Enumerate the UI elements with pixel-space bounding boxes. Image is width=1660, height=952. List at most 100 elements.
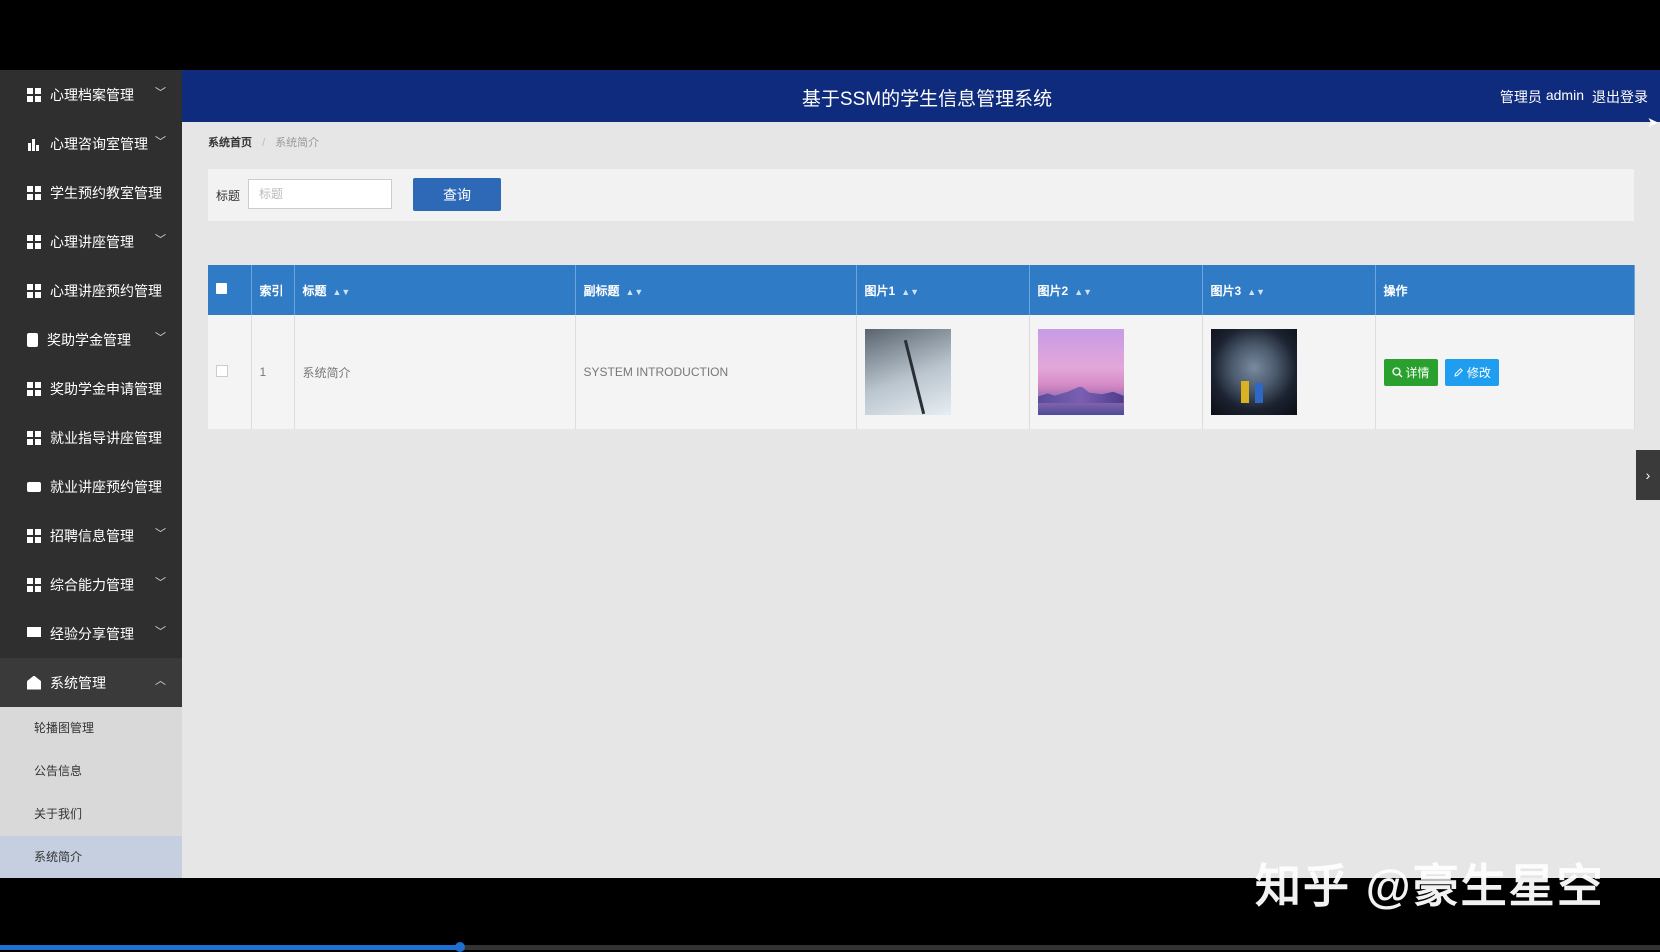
video-progress-handle[interactable] <box>454 942 465 952</box>
sidebar-item[interactable]: 心理讲座预约管理 <box>0 266 182 315</box>
sidebar-item-label: 就业指导讲座管理 <box>50 429 162 446</box>
sidebar-item[interactable]: 心理讲座管理 ﹀ <box>0 217 182 266</box>
sidebar-item[interactable]: 综合能力管理 ﹀ <box>0 560 182 609</box>
grid-icon <box>27 283 41 298</box>
breadcrumb-separator: / <box>262 137 266 149</box>
grid-icon <box>27 528 41 543</box>
detail-button[interactable]: 详情 <box>1383 358 1438 386</box>
column-header-image2[interactable]: 图片2 ▲▼ <box>1029 265 1203 315</box>
sidebar-item[interactable]: 招聘信息管理 ﹀ <box>0 511 182 560</box>
table-row: 1 系统简介 SYSTEM INTRODUCTION 详情 修改 <box>208 315 1635 429</box>
row-subtitle: SYSTEM INTRODUCTION <box>575 315 857 429</box>
column-label: 索引 <box>259 283 284 298</box>
column-label: 图片2 <box>1037 283 1069 298</box>
home-icon <box>27 675 41 690</box>
grid-icon <box>27 430 41 445</box>
search-button[interactable]: 查询 <box>413 178 501 211</box>
video-progress-fill <box>0 945 460 950</box>
edit-button-label: 修改 <box>1466 365 1491 380</box>
row-select-cell <box>208 315 252 429</box>
app-title: 基于SSM的学生信息管理系统 <box>801 89 1053 110</box>
search-icon <box>1391 366 1402 377</box>
search-label: 标题 <box>216 189 241 203</box>
sidebar-item[interactable]: 奖助学金申请管理 <box>0 364 182 413</box>
sidebar-item[interactable]: 就业指导讲座管理 <box>0 413 182 462</box>
column-label: 标题 <box>302 283 327 298</box>
row-checkbox[interactable] <box>216 364 228 377</box>
chevron-up-icon: ︿ <box>155 675 166 687</box>
chevron-down-icon: ﹀ <box>155 234 166 246</box>
user-area: 管理员 admin 退出登录 <box>1500 87 1648 107</box>
breadcrumb-home[interactable]: 系统首页 <box>208 137 252 149</box>
sidebar-item-label: 心理讲座预约管理 <box>50 282 162 299</box>
select-all-cell <box>208 265 252 315</box>
user-name: admin <box>1545 87 1584 103</box>
system-submenu: 轮播图管理 公告信息 关于我们 系统简介 <box>0 707 182 878</box>
sidebar-item-label: 心理档案管理 <box>50 86 134 103</box>
row-image1-cell <box>856 315 1030 429</box>
mouse-cursor-icon: ➤ <box>1647 114 1659 130</box>
sidebar-item[interactable]: 学生预约教室管理 <box>0 168 182 217</box>
submenu-item-carousel[interactable]: 轮播图管理 <box>0 707 182 750</box>
logout-link[interactable]: 退出登录 <box>1592 87 1648 107</box>
sidebar-item-label: 经验分享管理 <box>50 625 134 642</box>
grid-icon <box>27 87 41 102</box>
video-progress-bar[interactable] <box>0 942 1660 952</box>
sort-icon[interactable]: ▲▼ <box>333 287 351 297</box>
sidebar-item-label: 奖助学金申请管理 <box>50 380 162 397</box>
sidebar-item-label: 招聘信息管理 <box>50 527 134 544</box>
sort-icon[interactable]: ▲▼ <box>626 287 644 297</box>
title-search-input[interactable] <box>248 179 392 209</box>
submenu-item-notice[interactable]: 公告信息 <box>0 750 182 793</box>
sidebar-item[interactable]: 心理咨询室管理 ﹀ <box>0 119 182 168</box>
grid-icon <box>27 381 41 396</box>
column-header-actions: 操作 <box>1375 265 1635 315</box>
sidebar-item[interactable]: 就业讲座预约管理 <box>0 462 182 511</box>
submenu-item-about-us[interactable]: 关于我们 <box>0 793 182 836</box>
column-header-index: 索引 <box>251 265 295 315</box>
sidebar-item-label: 综合能力管理 <box>50 576 134 593</box>
column-label: 图片3 <box>1210 283 1242 298</box>
column-header-image3[interactable]: 图片3 ▲▼ <box>1202 265 1376 315</box>
sidebar-item[interactable]: 经验分享管理 ﹀ <box>0 609 182 658</box>
sidebar-item[interactable]: 奖助学金管理 ﹀ <box>0 315 182 364</box>
chevron-right-icon: › <box>1645 467 1651 483</box>
column-label: 图片1 <box>864 283 896 298</box>
search-panel: 标题 查询 <box>208 169 1634 221</box>
column-header-title[interactable]: 标题 ▲▼ <box>294 265 576 315</box>
earth-figures-thumbnail[interactable] <box>1210 329 1297 415</box>
column-header-image1[interactable]: 图片1 ▲▼ <box>856 265 1030 315</box>
sort-icon[interactable]: ▲▼ <box>901 287 919 297</box>
wind-turbine-thumbnail[interactable] <box>864 329 951 415</box>
pencil-icon <box>1454 367 1463 377</box>
sidebar-item-label: 心理讲座管理 <box>50 233 134 250</box>
row-image2-cell <box>1029 315 1203 429</box>
edit-button[interactable]: 修改 <box>1444 358 1499 386</box>
submenu-item-system-intro[interactable]: 系统简介 <box>0 836 182 878</box>
sort-icon[interactable]: ▲▼ <box>1074 287 1092 297</box>
chevron-down-icon: ﹀ <box>155 136 166 148</box>
chat-icon <box>27 481 41 492</box>
select-all-checkbox[interactable] <box>216 283 227 294</box>
row-title: 系统简介 <box>294 315 576 429</box>
user-role: 管理员 <box>1499 89 1542 105</box>
column-label: 副标题 <box>583 283 620 298</box>
grid-icon <box>27 185 41 200</box>
watermark: 知乎 @豪生星空 <box>1255 860 1605 912</box>
chevron-down-icon: ﹀ <box>155 87 166 99</box>
sort-icon[interactable]: ▲▼ <box>1247 287 1265 297</box>
top-header: 基于SSM的学生信息管理系统 管理员 admin 退出登录 <box>182 70 1660 122</box>
sidebar-menu: 心理档案管理 ﹀ 心理咨询室管理 ﹀ 学生预约教室管理 心理讲座管理 ﹀ 心理讲座预约管理 奖助… <box>0 70 182 707</box>
column-label: 操作 <box>1383 283 1408 298</box>
main-content: 系统首页 / 系统简介 标题 查询 索引 标题 ▲▼ 副标题 ▲▼ 图片1 ▲▼ 图片… <box>182 122 1660 878</box>
monitor-icon <box>27 627 41 640</box>
sidebar-item-label: 就业讲座预约管理 <box>50 478 162 495</box>
table-header-row: 索引 标题 ▲▼ 副标题 ▲▼ 图片1 ▲▼ 图片2 ▲▼ 图片3 ▲▼ 操作 <box>208 265 1635 315</box>
column-header-subtitle[interactable]: 副标题 ▲▼ <box>575 265 857 315</box>
side-panel-toggle[interactable]: › <box>1636 450 1660 500</box>
sidebar-item[interactable]: 系统管理 ︿ <box>0 658 182 707</box>
clipboard-icon <box>27 332 38 347</box>
city-skyline-thumbnail[interactable] <box>1037 329 1124 415</box>
sidebar-item[interactable]: 心理档案管理 ﹀ <box>0 70 182 119</box>
sidebar-item-label: 奖助学金管理 <box>47 331 131 348</box>
